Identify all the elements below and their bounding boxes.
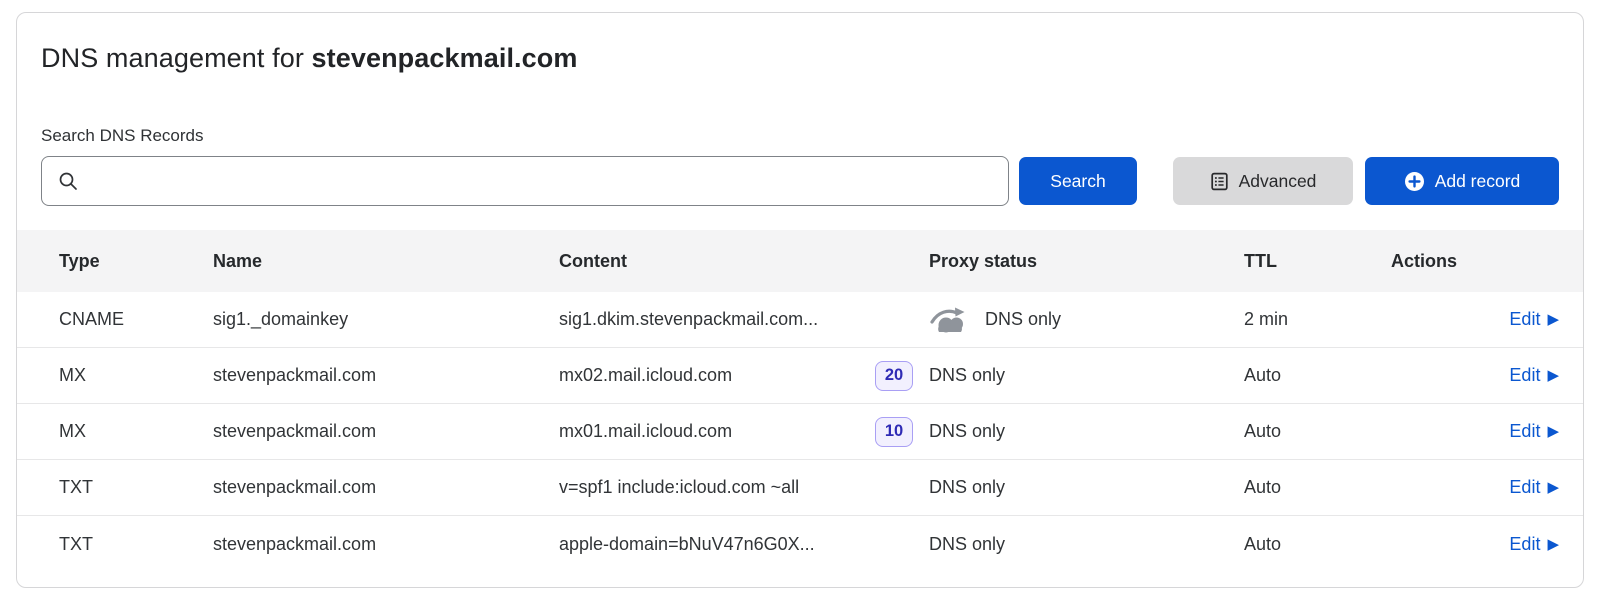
controls-row: Search Advanced Add record [41,156,1559,206]
table-row: TXT stevenpackmail.com v=spf1 include:ic… [17,460,1583,516]
record-ttl: Auto [1244,421,1391,442]
search-label: Search DNS Records [41,126,1559,146]
column-header-actions: Actions [1391,251,1559,272]
record-actions: Edit ▶ [1391,421,1559,442]
proxy-status-text: DNS only [929,365,1005,386]
edit-link-label: Edit [1509,477,1540,498]
record-name: stevenpackmail.com [213,534,559,555]
record-ttl: Auto [1244,477,1391,498]
record-actions: Edit ▶ [1391,365,1559,386]
edit-arrow-icon: ▶ [1547,480,1559,495]
edit-link[interactable]: Edit ▶ [1509,309,1559,330]
record-content-text: apple-domain=bNuV47n6G0X... [559,534,815,555]
add-record-button-label: Add record [1435,171,1521,192]
record-type: MX [59,365,213,386]
column-header-proxy-status: Proxy status [929,251,1244,272]
record-proxy-status: DNS only [929,534,1244,555]
column-header-type: Type [59,251,213,272]
edit-link[interactable]: Edit ▶ [1509,477,1559,498]
priority-badge: 10 [875,417,913,447]
table-row: MX stevenpackmail.com mx02.mail.icloud.c… [17,348,1583,404]
edit-arrow-icon: ▶ [1547,312,1559,327]
record-name: stevenpackmail.com [213,477,559,498]
record-content: mx01.mail.icloud.com 10 [559,417,929,447]
record-content-text: mx01.mail.icloud.com [559,421,732,442]
record-content: v=spf1 include:icloud.com ~all [559,477,929,498]
record-name: sig1._domainkey [213,309,559,330]
edit-arrow-icon: ▶ [1547,537,1559,552]
edit-link-label: Edit [1509,365,1540,386]
dns-management-card: DNS management for stevenpackmail.com Se… [16,12,1584,588]
add-record-button[interactable]: Add record [1365,157,1559,205]
record-content-text: sig1.dkim.stevenpackmail.com... [559,309,818,330]
search-box [41,156,1009,206]
record-content-text: mx02.mail.icloud.com [559,365,732,386]
column-header-name: Name [213,251,559,272]
record-actions: Edit ▶ [1391,309,1559,330]
record-proxy-status: DNS only [929,421,1244,442]
record-proxy-status: DNS only [929,365,1244,386]
edit-link-label: Edit [1509,309,1540,330]
record-content-text: v=spf1 include:icloud.com ~all [559,477,799,498]
proxy-status-text: DNS only [985,309,1061,330]
table-row: MX stevenpackmail.com mx01.mail.icloud.c… [17,404,1583,460]
cloud-icon [929,305,971,334]
record-type: MX [59,421,213,442]
priority-badge: 20 [875,361,913,391]
record-ttl: Auto [1244,365,1391,386]
column-header-content: Content [559,251,929,272]
edit-arrow-icon: ▶ [1547,424,1559,439]
table-row: TXT stevenpackmail.com apple-domain=bNuV… [17,516,1583,572]
record-name: stevenpackmail.com [213,421,559,442]
record-type: TXT [59,534,213,555]
record-actions: Edit ▶ [1391,477,1559,498]
proxy-status-text: DNS only [929,534,1005,555]
record-type: TXT [59,477,213,498]
search-icon [58,171,78,191]
advanced-button[interactable]: Advanced [1173,157,1353,205]
record-actions: Edit ▶ [1391,534,1559,555]
edit-link[interactable]: Edit ▶ [1509,421,1559,442]
record-content: mx02.mail.icloud.com 20 [559,361,929,391]
record-name: stevenpackmail.com [213,365,559,386]
table-row: CNAME sig1._domainkey sig1.dkim.stevenpa… [17,292,1583,348]
edit-link-label: Edit [1509,534,1540,555]
search-button[interactable]: Search [1019,157,1137,205]
edit-arrow-icon: ▶ [1547,368,1559,383]
record-content: apple-domain=bNuV47n6G0X... [559,534,929,555]
page-title: DNS management for stevenpackmail.com [41,43,1559,74]
edit-link[interactable]: Edit ▶ [1509,365,1559,386]
edit-link[interactable]: Edit ▶ [1509,534,1559,555]
advanced-button-label: Advanced [1239,171,1317,192]
advanced-list-icon [1210,172,1229,191]
record-content: sig1.dkim.stevenpackmail.com... [559,309,929,330]
table-header-row: Type Name Content Proxy status TTL Actio… [17,230,1583,292]
edit-link-label: Edit [1509,421,1540,442]
proxy-status-text: DNS only [929,421,1005,442]
column-header-ttl: TTL [1244,251,1391,272]
search-input[interactable] [84,171,996,191]
page-title-prefix: DNS management for [41,43,304,73]
record-proxy-status: DNS only [929,477,1244,498]
plus-circle-icon [1404,171,1425,192]
record-ttl: Auto [1244,534,1391,555]
proxy-status-text: DNS only [929,477,1005,498]
record-type: CNAME [59,309,213,330]
page-title-domain: stevenpackmail.com [312,43,578,73]
record-ttl: 2 min [1244,309,1391,330]
table-body: CNAME sig1._domainkey sig1.dkim.stevenpa… [17,292,1583,572]
record-proxy-status: DNS only [929,305,1244,334]
